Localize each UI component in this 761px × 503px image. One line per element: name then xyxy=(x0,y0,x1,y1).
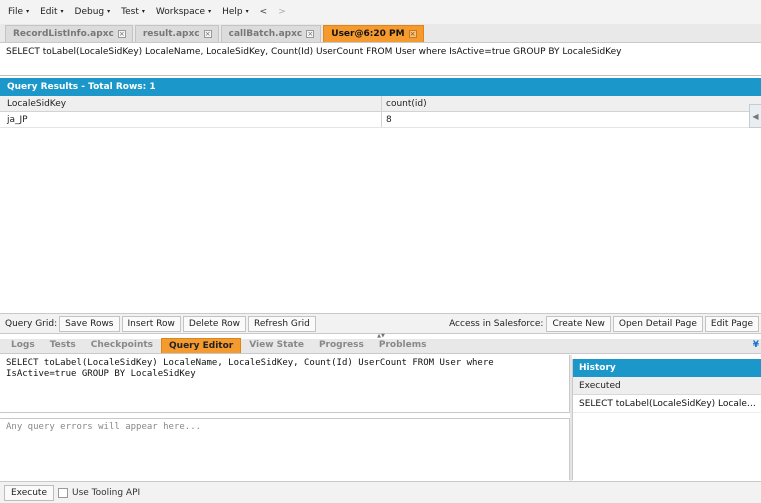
column-header-count[interactable]: count(id) xyxy=(382,96,761,111)
chevron-left-icon: ◀ xyxy=(752,111,759,121)
edit-page-button[interactable]: Edit Page xyxy=(704,315,759,332)
close-icon[interactable]: × xyxy=(306,30,315,38)
cell-localesidkey[interactable]: ja_JP xyxy=(0,112,382,127)
execute-button[interactable]: Execute xyxy=(4,484,54,501)
forward-arrow-icon[interactable]: > xyxy=(278,7,286,17)
tab-problems[interactable]: Problems xyxy=(372,338,434,353)
history-executed-header: Executed xyxy=(573,377,761,395)
tab-progress[interactable]: Progress xyxy=(312,338,371,353)
tab-tests[interactable]: Tests xyxy=(43,338,83,353)
grid-side-handle[interactable]: ◀ xyxy=(749,104,761,128)
tab-user-query[interactable]: User@6:20 PM × xyxy=(323,25,424,42)
tab-recordlistinfo[interactable]: RecordListInfo.apxc × xyxy=(5,25,133,42)
cell-count[interactable]: 8 xyxy=(382,112,761,127)
bottom-bar: Execute Use Tooling API xyxy=(0,481,761,503)
tab-query-editor[interactable]: Query Editor xyxy=(161,338,242,353)
chevron-down-icon: ▾ xyxy=(208,8,212,15)
grid-header-row: LocaleSidKey count(id) xyxy=(0,96,761,112)
access-salesforce-label: Access in Salesforce: xyxy=(449,318,544,329)
refresh-grid-button[interactable]: Refresh Grid xyxy=(248,315,316,332)
close-icon[interactable]: × xyxy=(117,30,126,38)
delete-row-button[interactable]: Delete Row xyxy=(182,315,247,332)
query-editor-textarea[interactable]: SELECT toLabel(LocaleSidKey) LocaleName,… xyxy=(0,355,570,413)
chevron-down-icon: ▾ xyxy=(107,8,111,15)
menu-bar: File ▾ Edit ▾ Debug ▾ Test ▾ Workspace ▾ Help… xyxy=(0,0,761,24)
chevron-down-icon: ▾ xyxy=(60,8,64,15)
chevron-down-icon: ▾ xyxy=(141,8,145,15)
insert-row-button[interactable]: Insert Row xyxy=(121,315,181,332)
chevron-down-icon: ▾ xyxy=(26,8,30,15)
create-new-button[interactable]: Create New xyxy=(546,315,611,332)
use-tooling-api-label: Use Tooling API xyxy=(72,487,141,498)
save-rows-button[interactable]: Save Rows xyxy=(59,315,120,332)
history-item[interactable]: SELECT toLabel(LocaleSidKey) LocaleName.… xyxy=(573,395,761,413)
tab-result[interactable]: result.apxc × xyxy=(134,25,219,42)
menu-test[interactable]: Test ▾ xyxy=(121,7,145,17)
use-tooling-api-checkbox[interactable] xyxy=(58,487,68,498)
chevron-down-icon: ▾ xyxy=(245,8,249,15)
table-row[interactable]: ja_JP 8 xyxy=(0,112,761,128)
tab-logs[interactable]: Logs xyxy=(4,338,42,353)
query-grid-toolbar: Query Grid: Save Rows Insert Row Delete … xyxy=(0,314,761,334)
tab-view-state[interactable]: View State xyxy=(242,338,311,353)
close-icon[interactable]: × xyxy=(408,30,417,38)
menu-debug[interactable]: Debug ▾ xyxy=(75,7,111,17)
menu-workspace[interactable]: Workspace ▾ xyxy=(156,7,211,17)
open-detail-page-button[interactable]: Open Detail Page xyxy=(612,315,703,332)
tab-checkpoints[interactable]: Checkpoints xyxy=(84,338,160,353)
file-tab-strip: RecordListInfo.apxc × result.apxc × callBa… xyxy=(0,24,761,43)
collapse-panel-icon[interactable]: ¥ xyxy=(753,340,759,350)
panel-tab-strip: Logs Tests Checkpoints Query Editor View… xyxy=(0,338,761,354)
close-icon[interactable]: × xyxy=(203,30,212,38)
query-text-display: SELECT toLabel(LocaleSidKey) LocaleName,… xyxy=(0,43,761,76)
menu-edit[interactable]: Edit ▾ xyxy=(40,7,63,17)
query-results-header: Query Results - Total Rows: 1 xyxy=(0,78,761,96)
query-grid-label: Query Grid: xyxy=(5,318,58,329)
menu-file[interactable]: File ▾ xyxy=(8,7,29,17)
tab-callbatch[interactable]: callBatch.apxc × xyxy=(220,25,322,42)
history-title: History xyxy=(573,359,761,377)
column-header-localesidkey[interactable]: LocaleSidKey xyxy=(0,96,382,111)
query-errors-area: Any query errors will appear here... xyxy=(0,418,570,480)
menu-help[interactable]: Help ▾ xyxy=(222,7,249,17)
results-grid: LocaleSidKey count(id) ja_JP 8 ◀ xyxy=(0,96,761,314)
history-panel: History Executed SELECT toLabel(LocaleSi… xyxy=(572,359,761,480)
back-arrow-icon[interactable]: < xyxy=(260,7,268,17)
